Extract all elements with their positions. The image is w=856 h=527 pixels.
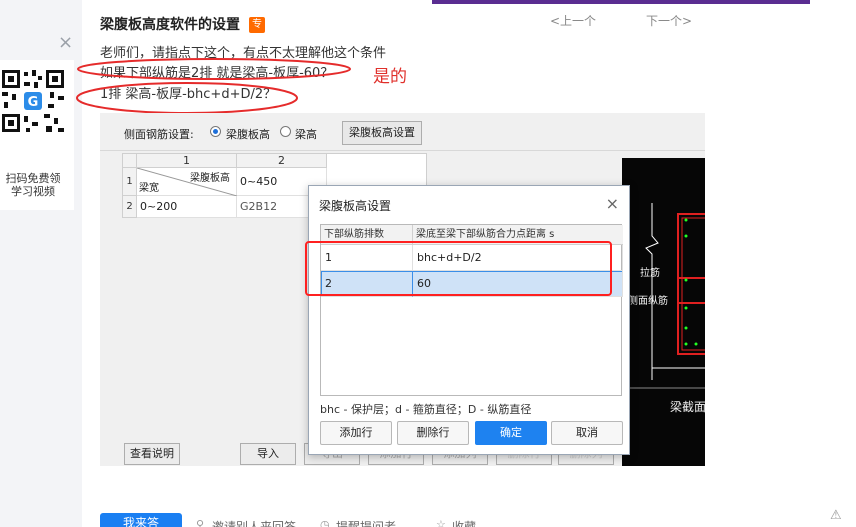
qr-caption: 扫码免费领 学习视频	[0, 172, 66, 198]
delete-row-dialog-button[interactable]: 删除行	[397, 421, 469, 445]
close-icon[interactable]: ×	[58, 34, 73, 52]
web-height-dialog: 梁腹板高设置 × 下部纵筋排数 梁底至梁下部纵筋合力点距离 s 1 bhc+d+…	[308, 185, 630, 455]
radio-web-height[interactable]	[210, 126, 221, 137]
radio-beam-height-label: 梁高	[295, 128, 317, 141]
view-help-button[interactable]: 查看说明	[124, 443, 180, 465]
import-button[interactable]: 导入	[240, 443, 296, 465]
warning-icon[interactable]: ⚠	[830, 508, 842, 523]
grid-diagonal-header: 梁腹板高 梁宽	[137, 168, 237, 196]
ok-button[interactable]: 确定	[475, 421, 547, 445]
cancel-button[interactable]: 取消	[551, 421, 623, 445]
close-icon[interactable]: ×	[606, 194, 619, 213]
diag-bottom-label: 梁宽	[139, 183, 159, 194]
red-ellipse-annotations	[76, 58, 351, 114]
side-rebar-label: 侧面钢筋设置:	[124, 128, 194, 141]
tie-bar-label: 拉筋	[640, 268, 660, 279]
radio-web-height-label: 梁腹板高	[226, 128, 270, 141]
radio-beam-height[interactable]	[280, 126, 291, 137]
qr-code-icon: G	[0, 68, 66, 134]
svg-text:G: G	[28, 95, 39, 110]
qr-caption-line2: 学习视频	[11, 185, 55, 198]
grid-col-header: 1	[137, 154, 237, 168]
remind-link[interactable]: 提醒提问者	[336, 518, 396, 527]
qr-caption-line1: 扫码免费领	[5, 172, 61, 185]
beam-section-drawing	[622, 203, 705, 389]
web-height-settings-button[interactable]: 梁腹板高设置	[342, 121, 422, 145]
star-icon: ☆	[436, 518, 446, 527]
grid-col-header: 2	[237, 154, 327, 168]
add-row-dialog-button[interactable]: 添加行	[320, 421, 392, 445]
rebar-toolbar: 侧面钢筋设置: 梁腹板高 梁高 梁腹板高设置	[100, 113, 705, 151]
answer-button[interactable]: 我来答	[100, 513, 182, 527]
page-root: × G 扫码免费领 学习视频 <上一个 下一个> 梁腹板高度软件的设置 专 老师…	[0, 0, 856, 527]
grid-cell[interactable]: 0~200	[137, 196, 237, 218]
next-question-link[interactable]: 下一个>	[646, 12, 692, 29]
pager: <上一个 下一个>	[432, 4, 810, 34]
diag-top-label: 梁腹板高	[190, 173, 230, 184]
section-drawing: 拉筋 侧面纵筋 梁截面	[622, 158, 705, 466]
favorite-link[interactable]: 收藏	[452, 518, 476, 527]
dialog-title: 梁腹板高设置	[319, 199, 392, 213]
expert-badge: 专	[249, 17, 265, 33]
section-title-label: 梁截面	[670, 400, 705, 414]
grid-corner	[123, 154, 137, 168]
qr-card[interactable]: G 扫码免费领 学习视频	[0, 60, 74, 210]
dialog-legend: bhc - 保护层；d - 箍筋直径；D - 纵筋直径	[320, 403, 532, 416]
invite-link[interactable]: 邀请别人来回答	[212, 518, 296, 527]
grid-row-number: 2	[123, 196, 137, 218]
qr-side-panel: × G 扫码免费领 学习视频	[0, 30, 80, 210]
side-rebar-drawing-label: 侧面纵筋	[628, 296, 668, 307]
red-box-annotation	[305, 241, 612, 296]
user-icon: ⚲	[196, 518, 205, 527]
grid-row-number: 1	[123, 168, 137, 196]
clock-icon: ◷	[320, 518, 330, 527]
prev-question-link[interactable]: <上一个	[550, 12, 596, 29]
answer-annotation: 是的	[373, 67, 407, 87]
question-title: 梁腹板高度软件的设置	[100, 17, 240, 33]
